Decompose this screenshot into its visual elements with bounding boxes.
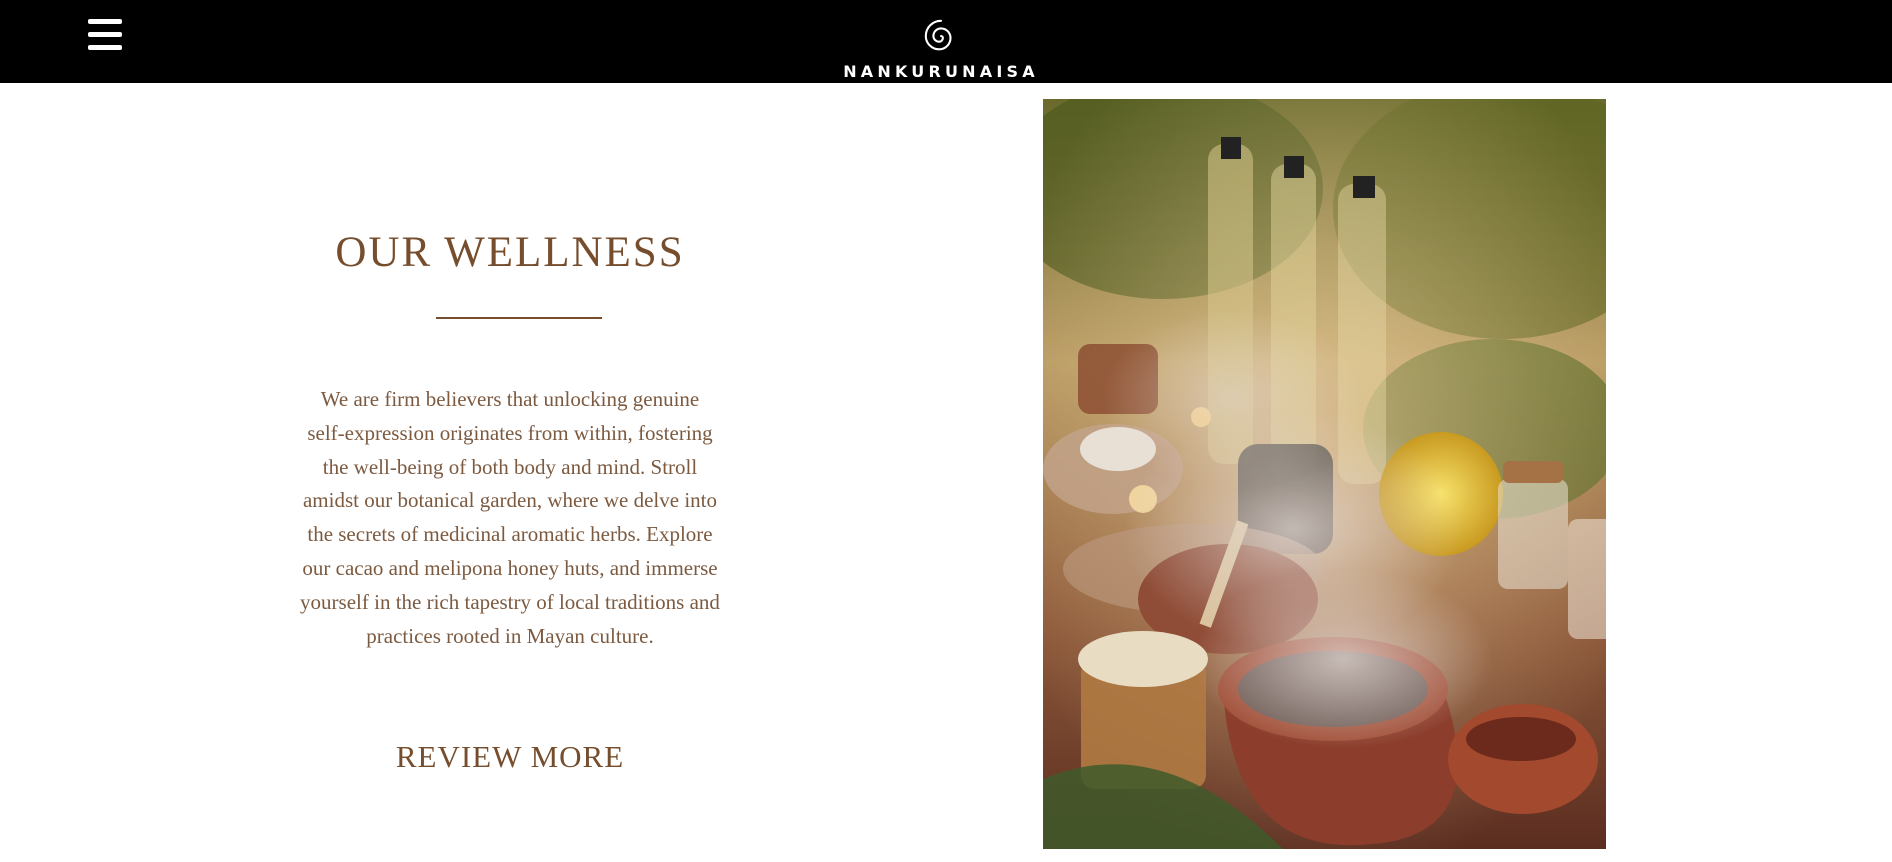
section-description: We are firm believers that unlocking gen… <box>300 387 720 648</box>
title-divider <box>436 317 602 319</box>
spiral-logo-icon <box>924 19 952 51</box>
section-title: OUR WELLNESS <box>335 229 685 276</box>
wellness-photo-illustration <box>1043 99 1606 849</box>
review-more-link[interactable]: REVIEW MORE <box>290 737 730 777</box>
wellness-photo <box>1043 99 1606 849</box>
wellness-text-column: OUR WELLNESS We are firm believers that … <box>290 99 730 849</box>
brand-name: NANKURUNAISA <box>843 62 1039 81</box>
top-nav-bar: NANKURUNAISA <box>0 0 1892 83</box>
brand-home-link[interactable]: NANKURUNAISA <box>840 0 1042 83</box>
hamburger-menu-icon[interactable] <box>88 19 122 51</box>
